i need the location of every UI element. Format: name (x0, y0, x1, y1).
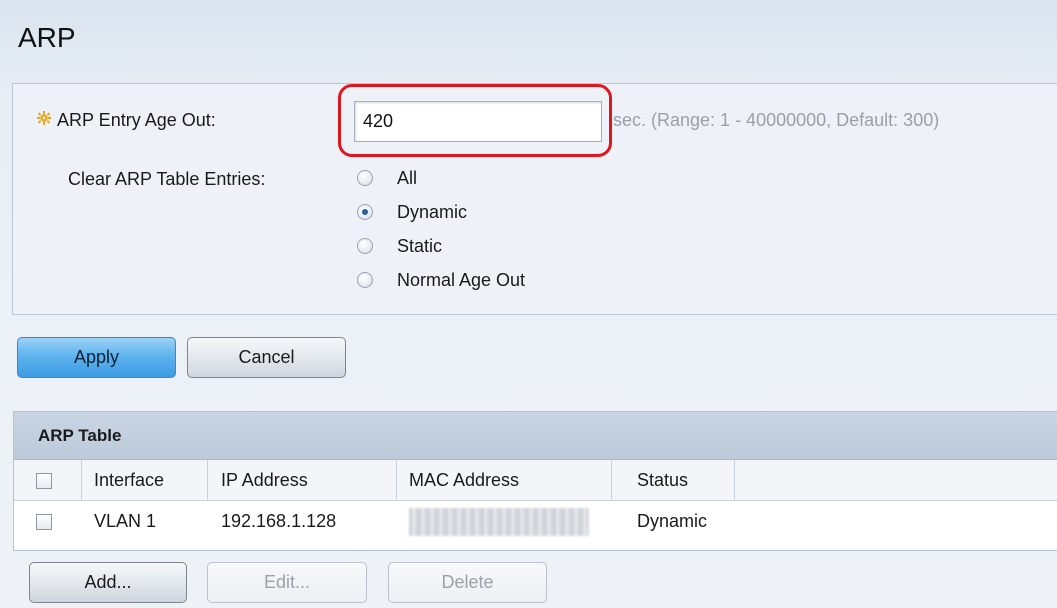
required-field-icon (37, 111, 51, 125)
delete-button[interactable]: Delete (388, 562, 547, 603)
radio-option-normal-age-out[interactable]: Normal Age Out (357, 268, 525, 292)
column-header-mac-address[interactable]: MAC Address (397, 460, 612, 501)
radio-all[interactable] (357, 170, 373, 186)
arp-table: ARP Table Interface IP Address MAC Addre… (13, 411, 1057, 551)
column-header-ip-address[interactable]: IP Address (208, 460, 397, 501)
column-header-status[interactable]: Status (612, 460, 735, 501)
row-checkbox-cell (14, 501, 82, 542)
row-checkbox[interactable] (36, 513, 52, 530)
radio-normal-age-out[interactable] (357, 272, 373, 288)
clear-entries-label: Clear ARP Table Entries: (68, 169, 266, 189)
header-checkbox-cell (14, 460, 82, 501)
add-button[interactable]: Add... (29, 562, 187, 603)
row-status: Dynamic (637, 511, 708, 531)
table-row[interactable]: VLAN 1 192.168.1.128 Dynamic (14, 501, 1057, 542)
age-out-label: ARP Entry Age Out: (57, 110, 216, 130)
apply-button[interactable]: Apply (17, 337, 176, 378)
arp-table-caption: ARP Table (14, 412, 1057, 460)
radio-dynamic-label: Dynamic (397, 201, 468, 222)
row-interface: VLAN 1 (94, 511, 157, 531)
select-all-checkbox[interactable] (36, 472, 52, 489)
table-header-row: Interface IP Address MAC Address Status (14, 460, 1057, 501)
arp-page: ARP ARP Entry Age Out: sec. (Range: 1 - … (0, 0, 1057, 608)
radio-all-label: All (397, 167, 418, 188)
row-mac-address (397, 501, 612, 542)
mac-address-redacted (409, 507, 589, 536)
radio-static[interactable] (357, 238, 373, 254)
column-header-interface[interactable]: Interface (82, 460, 208, 501)
cancel-button[interactable]: Cancel (187, 337, 346, 378)
radio-static-label: Static (397, 235, 443, 256)
radio-dynamic[interactable] (357, 204, 373, 220)
radio-option-static[interactable]: Static (357, 234, 442, 258)
radio-normal-age-out-label: Normal Age Out (397, 269, 526, 290)
radio-option-all[interactable]: All (357, 166, 417, 190)
page-title: ARP (18, 22, 76, 53)
age-out-range-hint: sec. (Range: 1 - 40000000, Default: 300) (613, 110, 940, 130)
edit-button[interactable]: Edit... (207, 562, 367, 603)
radio-option-dynamic[interactable]: Dynamic (357, 200, 467, 224)
row-ip-address: 192.168.1.128 (221, 511, 337, 531)
age-out-highlight-annotation (338, 84, 612, 157)
